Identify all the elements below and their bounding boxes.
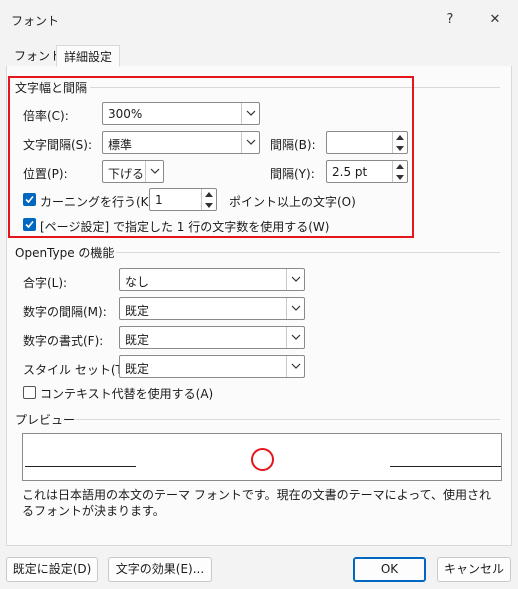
number-forms-value: 既定 [125, 333, 150, 347]
number-forms-combo[interactable]: 既定 [119, 326, 305, 349]
preview-box [22, 433, 502, 481]
number-spacing-combo[interactable]: 既定 [119, 297, 305, 320]
highlight-box [8, 76, 414, 238]
text-effects-button[interactable]: 文字の効果(E)... [108, 557, 212, 582]
ligatures-value: なし [125, 275, 150, 289]
ok-button[interactable]: OK [353, 557, 426, 582]
opentype-group-title: OpenType の機能 [15, 246, 115, 260]
stylistic-sets-combo[interactable]: 既定 [119, 355, 305, 378]
close-button[interactable]: ✕ [481, 8, 509, 32]
stylistic-sets-value: 既定 [125, 362, 150, 376]
set-default-button[interactable]: 既定に設定(D) [6, 557, 98, 582]
chevron-down-icon[interactable] [286, 356, 304, 377]
group-divider [74, 419, 500, 420]
baseline-right [390, 466, 501, 467]
contextual-label[interactable]: コンテキスト代替を使用する(A) [40, 385, 213, 402]
number-spacing-value: 既定 [125, 304, 150, 318]
stylistic-sets-label: スタイル セット(T): [23, 363, 132, 377]
help-button[interactable]: ? [436, 8, 464, 32]
preview-group-title: プレビュー [15, 413, 76, 427]
tab-advanced[interactable]: 詳細設定 [56, 45, 121, 67]
preview-description: これは日本語用の本文のテーマ フォントです。現在の文書のテーマによって、使用され… [22, 488, 492, 518]
chevron-down-icon[interactable] [286, 327, 304, 348]
baseline-left [25, 466, 136, 467]
group-divider [116, 252, 500, 253]
contextual-checkbox[interactable] [23, 386, 36, 399]
window-title: フォント [11, 14, 60, 28]
cancel-button[interactable]: キャンセル [437, 557, 511, 582]
ligatures-combo[interactable]: なし [119, 268, 305, 291]
ligatures-label: 合字(L): [23, 276, 68, 290]
preview-circle-icon [251, 448, 274, 471]
chevron-down-icon[interactable] [286, 269, 304, 290]
number-spacing-label: 数字の間隔(M): [23, 305, 107, 319]
number-forms-label: 数字の書式(F): [23, 334, 104, 348]
chevron-down-icon[interactable] [286, 298, 304, 319]
